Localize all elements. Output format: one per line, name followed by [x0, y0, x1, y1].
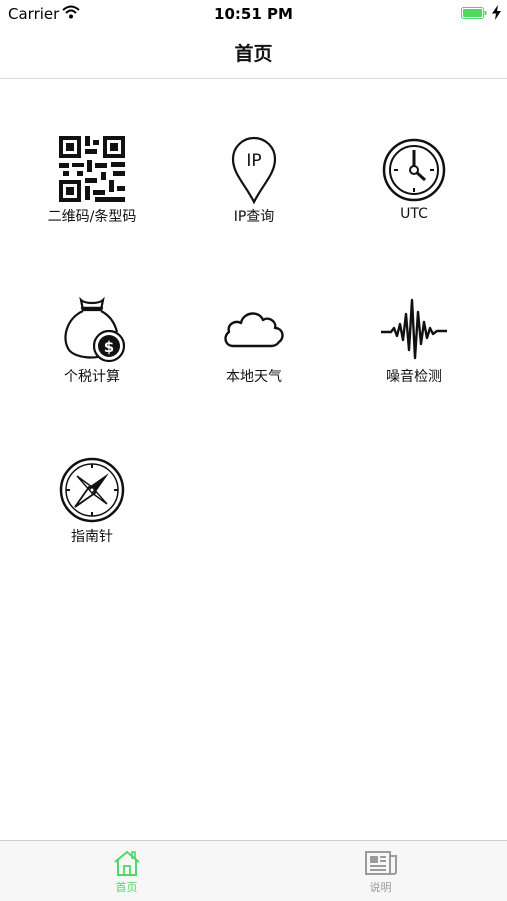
navigation-bar: 首页: [0, 28, 507, 79]
ip-icon-text: IP: [246, 151, 261, 171]
grid-item-ip-lookup[interactable]: IP IP查询: [174, 134, 334, 264]
compass-icon: [59, 457, 125, 523]
grid-item-compass[interactable]: 指南针: [12, 454, 172, 584]
grid-item-label: 二维码/条型码: [47, 209, 137, 225]
grid-item-label: 个税计算: [64, 369, 120, 385]
status-time: 10:51 PM: [214, 5, 293, 23]
grid-item-noise-detection[interactable]: 噪音检测: [334, 294, 494, 424]
tab-bar: 首页 说明: [0, 840, 507, 901]
clock-icon: [382, 138, 446, 202]
battery-icon: [461, 7, 487, 19]
location-pin-ip-icon: IP: [231, 136, 277, 204]
grid-item-local-weather[interactable]: 本地天气: [174, 294, 334, 424]
grid-item-label: UTC: [400, 206, 428, 222]
svg-text:$: $: [104, 338, 114, 356]
tab-instructions[interactable]: 说明: [254, 841, 507, 901]
newspaper-icon: [364, 851, 397, 875]
grid-item-label: 本地天气: [226, 369, 282, 385]
grid-item-tax-calculator[interactable]: $ 个税计算: [12, 294, 172, 424]
grid-item-label: IP查询: [233, 209, 275, 225]
grid-item-qr-code[interactable]: 二维码/条型码: [12, 134, 172, 264]
charging-bolt-icon: [492, 5, 501, 20]
page-title: 首页: [234, 43, 273, 65]
qr-code-icon: [59, 136, 125, 202]
tab-home[interactable]: 首页: [0, 841, 253, 901]
grid-item-label: 指南针: [71, 529, 113, 545]
home-icon: [113, 850, 140, 876]
grid-item-utc[interactable]: UTC: [334, 134, 494, 264]
status-bar: Carrier 10:51 PM: [0, 0, 507, 28]
tab-label: 说明: [369, 881, 392, 894]
tab-label: 首页: [115, 881, 138, 894]
money-bag-icon: $: [64, 296, 126, 363]
grid-item-label: 噪音检测: [386, 369, 442, 385]
sound-wave-icon: [381, 298, 447, 360]
feature-grid: 二维码/条型码 IP IP查询 UTC $ 个税计算 本地天气 噪音检测 指南针: [0, 78, 507, 840]
cloud-icon: [224, 312, 284, 348]
